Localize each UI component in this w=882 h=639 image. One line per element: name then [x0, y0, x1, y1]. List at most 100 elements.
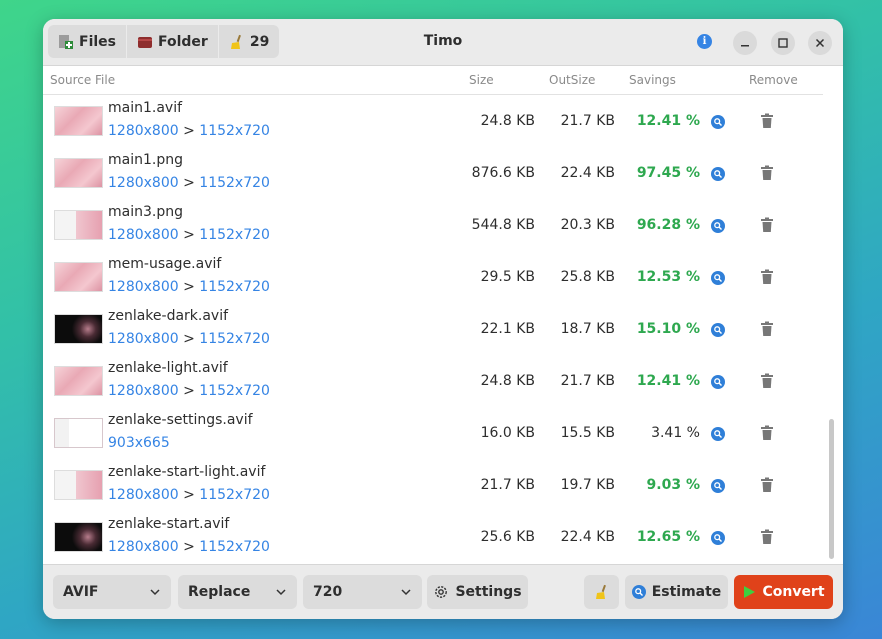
mode-dropdown[interactable]: Replace — [178, 575, 297, 609]
minimize-button[interactable] — [733, 31, 757, 55]
original-dimensions: 1280x800 — [108, 227, 179, 243]
file-row[interactable]: zenlake-dark.avif 1280x800 > 1152x720 22… — [43, 304, 823, 356]
column-source-file[interactable]: Source File — [50, 73, 115, 87]
trash-icon[interactable] — [760, 113, 774, 129]
file-size: 25.6 KB — [480, 529, 535, 545]
zoom-icon[interactable] — [711, 479, 725, 493]
file-list[interactable]: main1.avif 1280x800 > 1152x720 24.8 KB 2… — [43, 96, 823, 564]
file-outsize: 22.4 KB — [560, 165, 615, 181]
trash-icon[interactable] — [760, 373, 774, 389]
file-outsize: 18.7 KB — [560, 321, 615, 337]
file-savings: 3.41 % — [651, 425, 700, 441]
file-savings: 12.65 % — [636, 529, 700, 545]
estimate-label: Estimate — [651, 584, 722, 600]
header-bar: Files Folder 29 Timo i — [43, 19, 843, 66]
convert-button[interactable]: Convert — [734, 575, 833, 609]
original-dimensions: 1280x800 — [108, 279, 179, 295]
zoom-icon[interactable] — [711, 219, 725, 233]
broom-icon — [595, 584, 606, 599]
zoom-icon[interactable] — [711, 323, 725, 337]
file-size: 24.8 KB — [480, 113, 535, 129]
trash-icon[interactable] — [760, 477, 774, 493]
file-row[interactable]: main3.png 1280x800 > 1152x720 544.8 KB 2… — [43, 200, 823, 252]
file-dimensions: 1280x800 > 1152x720 — [108, 279, 270, 295]
file-name: zenlake-settings.avif — [108, 412, 253, 428]
zoom-icon[interactable] — [711, 271, 725, 285]
zoom-icon[interactable] — [711, 427, 725, 441]
file-dimensions: 1280x800 > 1152x720 — [108, 383, 270, 399]
trash-icon[interactable] — [760, 217, 774, 233]
info-icon[interactable]: i — [697, 34, 712, 49]
folder-label: Folder — [158, 33, 208, 50]
file-thumbnail — [54, 418, 103, 448]
output-dimensions: 1152x720 — [199, 123, 270, 139]
column-savings[interactable]: Savings — [629, 73, 676, 87]
maximize-button[interactable] — [771, 31, 795, 55]
file-savings: 12.53 % — [636, 269, 700, 285]
list-scrollbar[interactable] — [829, 419, 834, 559]
file-row[interactable]: zenlake-start-light.avif 1280x800 > 1152… — [43, 460, 823, 512]
file-thumbnail — [54, 366, 103, 396]
file-row[interactable]: zenlake-start.avif 1280x800 > 1152x720 2… — [43, 512, 823, 564]
file-row[interactable]: main1.avif 1280x800 > 1152x720 24.8 KB 2… — [43, 96, 823, 148]
column-size[interactable]: Size — [469, 73, 494, 87]
file-name: main1.avif — [108, 100, 183, 116]
file-thumbnail — [54, 210, 103, 240]
file-outsize: 20.3 KB — [560, 217, 615, 233]
original-dimensions: 903x665 — [108, 435, 170, 451]
column-header: Source File Size OutSize Savings Remove — [43, 67, 823, 95]
clean-button[interactable]: 29 — [218, 25, 280, 58]
zoom-icon[interactable] — [711, 167, 725, 181]
output-dimensions: 1152x720 — [199, 331, 270, 347]
file-row[interactable]: mem-usage.avif 1280x800 > 1152x720 29.5 … — [43, 252, 823, 304]
broom-icon — [230, 34, 241, 49]
file-thumbnail — [54, 262, 103, 292]
file-row[interactable]: main1.png 1280x800 > 1152x720 876.6 KB 2… — [43, 148, 823, 200]
file-savings: 9.03 % — [646, 477, 700, 493]
estimate-button[interactable]: Estimate — [625, 575, 728, 609]
file-dimensions: 1280x800 > 1152x720 — [108, 487, 270, 503]
zoom-icon[interactable] — [711, 375, 725, 389]
output-dimensions: 1152x720 — [199, 227, 270, 243]
chevron-down-icon — [401, 589, 411, 596]
resolution-value: 720 — [313, 584, 343, 600]
format-value: AVIF — [63, 584, 99, 600]
trash-icon[interactable] — [760, 269, 774, 285]
file-savings: 96.28 % — [636, 217, 700, 233]
trash-icon[interactable] — [760, 165, 774, 181]
trash-icon[interactable] — [760, 529, 774, 545]
output-dimensions: 1152x720 — [199, 539, 270, 555]
file-thumbnail — [54, 314, 103, 344]
app-window: Files Folder 29 Timo i Source File Size … — [43, 19, 843, 619]
resolution-dropdown[interactable]: 720 — [303, 575, 422, 609]
file-outsize: 25.8 KB — [560, 269, 615, 285]
file-name: zenlake-start-light.avif — [108, 464, 266, 480]
file-outsize: 21.7 KB — [560, 373, 615, 389]
clear-button[interactable] — [584, 575, 619, 609]
zoom-icon[interactable] — [711, 115, 725, 129]
original-dimensions: 1280x800 — [108, 539, 179, 555]
file-size: 24.8 KB — [480, 373, 535, 389]
file-name: zenlake-dark.avif — [108, 308, 229, 324]
output-dimensions: 1152x720 — [199, 487, 270, 503]
file-row[interactable]: zenlake-settings.avif 903x665 16.0 KB 15… — [43, 408, 823, 460]
original-dimensions: 1280x800 — [108, 331, 179, 347]
close-button[interactable] — [808, 31, 832, 55]
zoom-icon[interactable] — [711, 531, 725, 545]
original-dimensions: 1280x800 — [108, 383, 179, 399]
file-dimensions: 1280x800 > 1152x720 — [108, 123, 270, 139]
file-savings: 12.41 % — [636, 113, 700, 129]
folder-icon — [138, 36, 152, 48]
add-folder-button[interactable]: Folder — [127, 25, 219, 58]
trash-icon[interactable] — [760, 425, 774, 441]
file-thumbnail — [54, 522, 103, 552]
settings-label: Settings — [455, 584, 522, 600]
trash-icon[interactable] — [760, 321, 774, 337]
add-files-button[interactable]: Files — [48, 25, 127, 58]
file-outsize: 21.7 KB — [560, 113, 615, 129]
file-outsize: 19.7 KB — [560, 477, 615, 493]
file-row[interactable]: zenlake-light.avif 1280x800 > 1152x720 2… — [43, 356, 823, 408]
column-outsize[interactable]: OutSize — [549, 73, 595, 87]
settings-button[interactable]: Settings — [427, 575, 528, 609]
format-dropdown[interactable]: AVIF — [53, 575, 171, 609]
